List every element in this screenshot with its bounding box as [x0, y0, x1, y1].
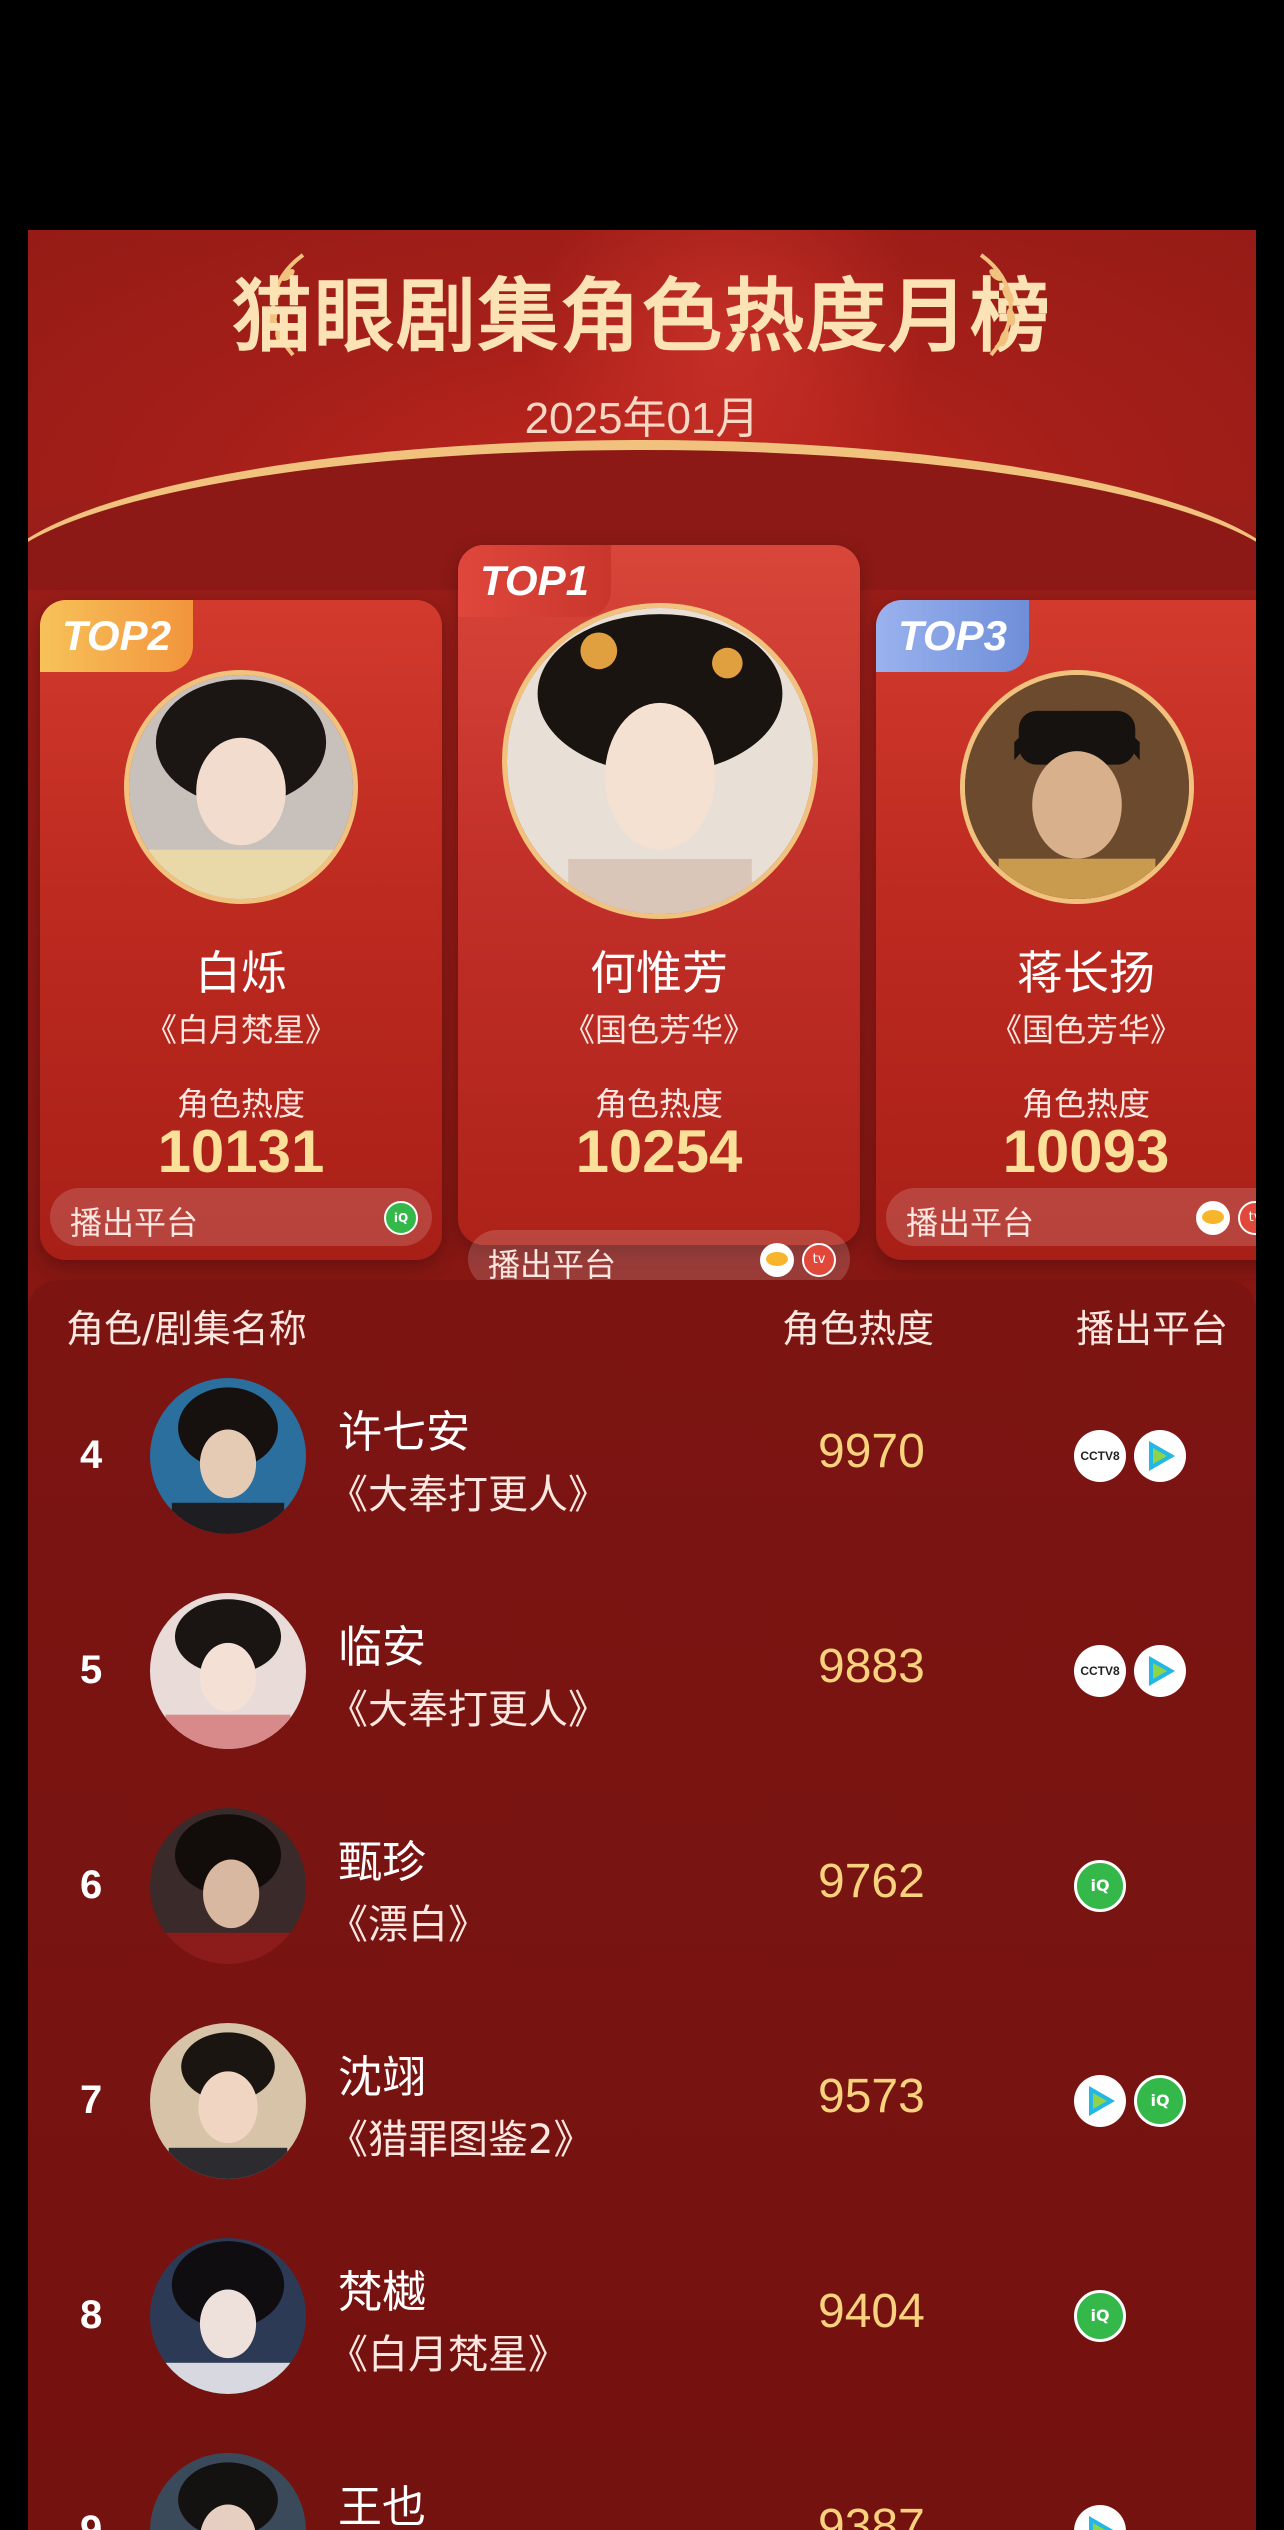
- ranking-date: 2025年01月: [524, 394, 760, 443]
- iqiyi-icon: iQ: [1074, 2290, 1126, 2342]
- top2-card[interactable]: TOP2 白烁 《白月梵星》 角色热度 10131 播出平台 iQ: [40, 600, 442, 1260]
- avatar-portrait: [150, 2238, 306, 2394]
- character-name: 蒋长扬: [1017, 946, 1155, 1000]
- list-item[interactable]: 8 梵樾 《白月梵星》 9404 iQ: [28, 2238, 1256, 2438]
- show-title: 《国色芳华》: [562, 1011, 755, 1049]
- list-item[interactable]: 9 王也 9387: [28, 2453, 1256, 2530]
- mango-icon: [760, 1243, 794, 1277]
- column-header-score: 角色热度: [782, 1307, 935, 1351]
- show-title: 《漂白》: [328, 1902, 488, 1948]
- rank-badge: TOP3: [876, 600, 1029, 672]
- avatar-portrait: [150, 1808, 306, 1964]
- mango-icon: [1196, 1201, 1230, 1235]
- tencent-video-icon: [1134, 1645, 1186, 1697]
- avatar-portrait: [150, 1378, 306, 1534]
- heat-score: 9573: [818, 2070, 925, 2123]
- iqiyi-icon: iQ: [1074, 1860, 1126, 1912]
- heat-score: 9970: [818, 1425, 925, 1478]
- page-title: 猫眼剧集角色热度月榜: [232, 270, 1052, 363]
- avatar: [150, 2453, 306, 2530]
- avatar: [150, 2238, 306, 2394]
- ranking-poster: 猫眼剧集角色热度月榜 2025年01月 TOP2 白烁 《白月梵星》 角色热度 …: [28, 230, 1256, 2530]
- rank-number: 7: [80, 2078, 103, 2122]
- avatar-portrait: [150, 1593, 306, 1749]
- show-title: 《国色芳华》: [989, 1011, 1182, 1049]
- show-title: 《白月梵星》: [328, 2332, 568, 2378]
- heat-score: 10093: [1002, 1118, 1170, 1185]
- character-name: 王也: [338, 2482, 426, 2530]
- character-name: 甄珍: [338, 1837, 426, 1888]
- heat-score: 9762: [818, 1855, 925, 1908]
- avatar: [150, 2023, 306, 2179]
- heat-score: 9883: [818, 1640, 925, 1693]
- list-item[interactable]: 5 临安 《大奉打更人》 9883 CCTV8: [28, 1593, 1256, 1793]
- tencent-video-icon: [1074, 2505, 1126, 2530]
- avatar-portrait: [129, 675, 353, 899]
- character-name: 沈翊: [338, 2052, 426, 2103]
- platform-label: 播出平台: [70, 1204, 199, 1242]
- rank-number: 9: [80, 2508, 103, 2530]
- avatar: [960, 670, 1194, 904]
- cctv8-icon: CCTV8: [1074, 1645, 1126, 1697]
- character-name: 何惟芳: [590, 946, 728, 1000]
- heat-score: 10131: [157, 1118, 325, 1185]
- heat-score: 9387: [818, 2500, 925, 2530]
- platform-bar: 播出平台 tv: [886, 1188, 1256, 1246]
- avatar-portrait: [150, 2453, 306, 2530]
- top3-card[interactable]: TOP3 蒋长扬 《国色芳华》 角色热度 10093 播出平台 tv: [876, 600, 1256, 1260]
- heat-score: 10254: [575, 1118, 743, 1185]
- iqiyi-icon: iQ: [1134, 2075, 1186, 2127]
- list-item[interactable]: 6 甄珍 《漂白》 9762 iQ: [28, 1808, 1256, 2008]
- platform-bar: 播出平台 iQ: [50, 1188, 432, 1246]
- tencent-video-icon: [1074, 2075, 1126, 2127]
- rank-number: 8: [80, 2293, 103, 2337]
- top1-card[interactable]: TOP1 何惟芳 《国色芳华》 角色热度 10254 播出平台 tv: [458, 545, 860, 1288]
- character-name: 梵樾: [338, 2267, 426, 2318]
- avatar: [502, 603, 818, 919]
- avatar-portrait: [965, 675, 1189, 899]
- avatar: [124, 670, 358, 904]
- rank-number: 6: [80, 1863, 103, 1907]
- list-item[interactable]: 4 许七安 《大奉打更人》 9970 CCTV8: [28, 1378, 1256, 1578]
- avatar: [150, 1808, 306, 1964]
- platform-label: 播出平台: [906, 1204, 1035, 1242]
- list-item[interactable]: 7 沈翊 《猎罪图鉴2》 9573 iQ: [28, 2023, 1256, 2223]
- avatar: [150, 1593, 306, 1749]
- rank-badge: TOP2: [40, 600, 193, 672]
- avatar-portrait: [150, 2023, 306, 2179]
- column-header-platform: 播出平台: [1076, 1307, 1229, 1351]
- show-title: 《白月梵星》: [144, 1011, 337, 1049]
- avatar-portrait: [507, 608, 813, 914]
- mgtv-icon: tv: [1238, 1201, 1256, 1235]
- tencent-video-icon: [1134, 1430, 1186, 1482]
- show-title: 《猎罪图鉴2》: [328, 2117, 594, 2163]
- rank-badge: TOP1: [458, 545, 611, 617]
- rank-number: 4: [80, 1433, 103, 1477]
- iqiyi-icon: iQ: [384, 1201, 418, 1235]
- show-title: 《大奉打更人》: [328, 1687, 608, 1733]
- show-title: 《大奉打更人》: [328, 1472, 608, 1518]
- mgtv-icon: tv: [802, 1243, 836, 1277]
- column-header-name: 角色/剧集名称: [66, 1307, 307, 1351]
- laurel-right-icon: [979, 253, 1016, 357]
- avatar: [150, 1378, 306, 1534]
- character-name: 白烁: [195, 946, 287, 1000]
- heat-score: 9404: [818, 2285, 925, 2338]
- character-name: 临安: [338, 1622, 426, 1673]
- cctv8-icon: CCTV8: [1074, 1430, 1126, 1482]
- character-name: 许七安: [338, 1407, 470, 1458]
- rank-number: 5: [80, 1648, 103, 1692]
